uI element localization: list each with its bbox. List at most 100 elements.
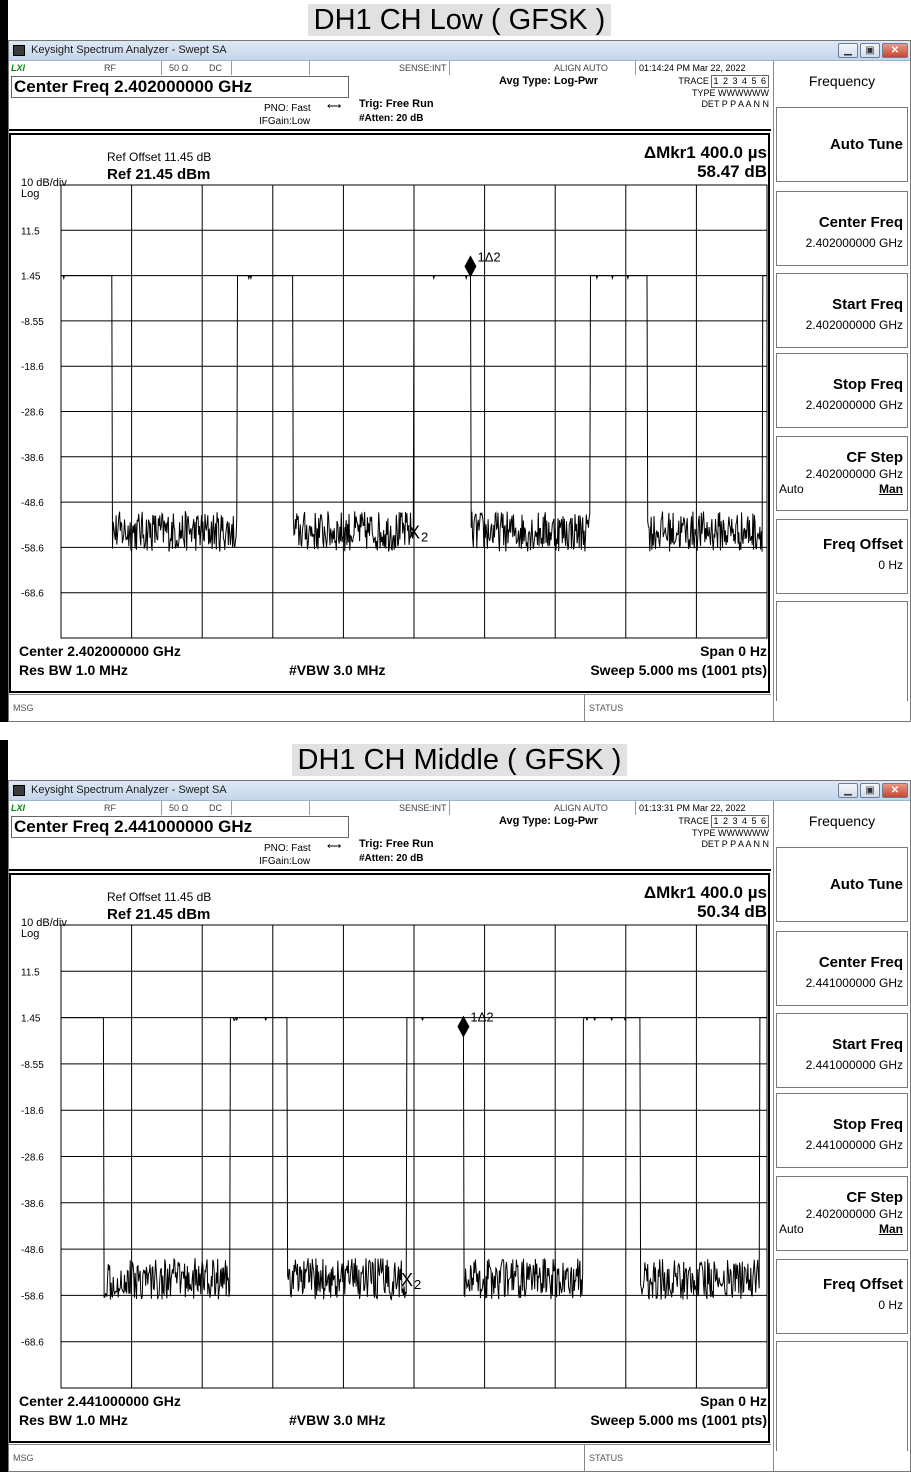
center-freq-softkey[interactable]: Center Freq 2.402000000 GHz [776,191,908,266]
footer-vbw: #VBW 3.0 MHz [289,1412,385,1428]
center-freq-readout[interactable]: Center Freq 2.441000000 GHz [11,816,349,838]
trig-label: Trig: Free Run [359,98,434,110]
auto-tune-softkey[interactable]: Auto Tune [776,847,908,922]
app-icon [13,785,25,796]
marker-1-label: 1Δ2 [477,249,500,264]
stop-freq-softkey[interactable]: Stop Freq 2.402000000 GHz [776,353,908,428]
y-tick-label: -18.6 [21,1106,44,1117]
softkey-panel: Frequency Auto Tune Center Freq 2.441000… [773,801,910,1471]
footer-center: Center 2.402000000 GHz [19,643,181,659]
marker-2-icon: X [408,522,420,542]
coupling-label: DC [209,803,222,813]
y-tick-label: -28.6 [21,408,44,419]
trace-status: TRACE 1 2 3 4 5 6 TYPE WWWWWW DET P P A … [678,75,769,109]
lxi-icon: LXI [11,803,26,813]
message-bar: MSG STATUS [9,1444,771,1471]
footer-sweep: Sweep 5.000 ms (1001 pts) [590,662,767,678]
y-tick-label: -18.6 [21,362,44,373]
freq-offset-softkey[interactable]: Freq Offset 0 Hz [776,519,908,594]
footer-sweep: Sweep 5.000 ms (1001 pts) [590,1412,767,1428]
ifgain-label: IFGain:Low [259,116,311,127]
marker-2-icon: X [401,1270,413,1290]
marker-1-diamond [457,1015,470,1038]
msg-label: MSG [13,703,34,713]
cf-step-softkey[interactable]: CF Step 2.402000000 GHz Auto Man [776,1176,908,1251]
minimize-button[interactable]: ▁ [838,43,858,58]
auto-tune-softkey[interactable]: Auto Tune [776,107,908,182]
marker-readout: ΔMkr1 400.0 µs [644,883,767,902]
marker-1-label: 1Δ2 [470,1010,493,1025]
timestamp: 01:14:24 PM Mar 22, 2022 [639,63,746,73]
start-freq-softkey[interactable]: Start Freq 2.441000000 GHz [776,1013,908,1088]
panel-title: DH1 CH Middle ( GFSK ) [8,740,911,780]
pno-arrow-icon: ⟷ [327,841,342,852]
y-tick-label: -68.6 [21,589,44,600]
status-label: STATUS [584,1445,627,1471]
rf-label: RF [104,803,116,813]
freq-offset-softkey[interactable]: Freq Offset 0 Hz [776,1259,908,1334]
timestamp: 01:13:31 PM Mar 22, 2022 [639,803,746,813]
trig-label: Trig: Free Run [359,838,434,850]
marker-value: 58.47 dB [697,162,767,181]
y-tick-label: -8.55 [21,1060,44,1071]
app-icon [13,45,25,56]
avg-type: Avg Type: Log-Pwr [499,75,598,87]
pno-arrow-icon: ⟷ [327,101,342,112]
window-titlebar: Keysight Spectrum Analyzer - Swept SA ▁ … [9,41,910,61]
align-label: ALIGN AUTO [554,63,608,73]
menu-title: Frequency [776,801,908,845]
softkey-empty [776,1341,908,1451]
measurement-header: LXI RF 50 Ω DC SENSE:INT ALIGN AUTO 01:1… [9,801,771,871]
y-tick-label: -38.6 [21,1199,44,1210]
sense-label: SENSE:INT [399,803,447,813]
stop-freq-softkey[interactable]: Stop Freq 2.441000000 GHz [776,1093,908,1168]
trace-status: TRACE 1 2 3 4 5 6 TYPE WWWWWW DET P P A … [678,815,769,849]
marker-readout: ΔMkr1 400.0 µs [644,143,767,162]
ref-offset: Ref Offset 11.45 dB [107,150,211,164]
start-freq-softkey[interactable]: Start Freq 2.402000000 GHz [776,273,908,348]
center-freq-readout[interactable]: Center Freq 2.402000000 GHz [11,76,349,98]
close-button[interactable]: ✕ [882,43,908,58]
impedance-label: 50 Ω [169,63,189,73]
close-button[interactable]: ✕ [882,783,908,798]
pno-label: PNO: Fast [264,843,311,854]
maximize-button[interactable]: ▣ [860,783,880,798]
window-title: Keysight Spectrum Analyzer - Swept SA [31,44,227,56]
maximize-button[interactable]: ▣ [860,43,880,58]
footer-span: Span 0 Hz [700,643,767,659]
sense-label: SENSE:INT [399,63,447,73]
pno-label: PNO: Fast [264,103,311,114]
window-titlebar: Keysight Spectrum Analyzer - Swept SA ▁ … [9,781,910,801]
footer-rbw: Res BW 1.0 MHz [19,1412,128,1428]
atten-label: #Atten: 20 dB [359,113,424,124]
footer-center: Center 2.441000000 GHz [19,1393,181,1409]
trace-plot[interactable]: Ref Offset 11.45 dB 10 dB/div Log Ref 21… [9,873,771,1444]
panel-title: DH1 CH Low ( GFSK ) [8,0,911,40]
footer-span: Span 0 Hz [700,1393,767,1409]
status-label: STATUS [584,695,627,721]
ref-offset: Ref Offset 11.45 dB [107,890,211,904]
y-tick-label: 1.45 [21,272,41,283]
center-freq-softkey[interactable]: Center Freq 2.441000000 GHz [776,931,908,1006]
impedance-label: 50 Ω [169,803,189,813]
minimize-button[interactable]: ▁ [838,783,858,798]
y-tick-label: -48.6 [21,498,44,509]
ifgain-label: IFGain:Low [259,856,311,867]
cf-step-softkey[interactable]: CF Step 2.402000000 GHz Auto Man [776,436,908,511]
y-tick-label: 11.5 [21,967,40,978]
trace-plot[interactable]: Ref Offset 11.45 dB 10 dB/div Log Ref 21… [9,133,771,694]
analyzer-window: Keysight Spectrum Analyzer - Swept SA ▁ … [8,40,911,722]
window-title: Keysight Spectrum Analyzer - Swept SA [31,784,227,796]
menu-title: Frequency [776,61,908,105]
y-tick-label: -58.6 [21,1291,44,1302]
lxi-icon: LXI [11,63,26,73]
coupling-label: DC [209,63,222,73]
align-label: ALIGN AUTO [554,803,608,813]
softkey-panel: Frequency Auto Tune Center Freq 2.402000… [773,61,910,721]
y-tick-label: -8.55 [21,317,44,328]
y-tick-label: -68.6 [21,1338,44,1349]
atten-label: #Atten: 20 dB [359,853,424,864]
footer-rbw: Res BW 1.0 MHz [19,662,128,678]
softkey-empty [776,601,908,701]
scale-type: Log [21,188,39,200]
